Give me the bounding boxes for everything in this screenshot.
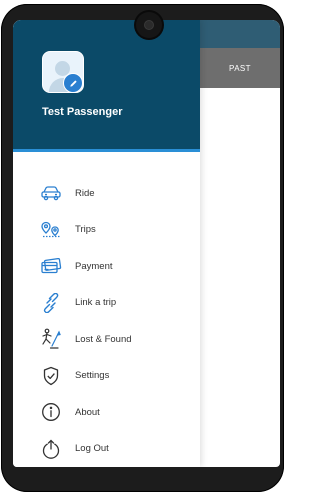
user-name: Test Passenger (42, 106, 123, 118)
menu-item-ride[interactable]: Ride (13, 175, 200, 212)
logout-icon (40, 438, 62, 460)
menu-item-settings[interactable]: Settings (13, 358, 200, 395)
link-icon (40, 292, 62, 314)
info-icon (40, 401, 62, 423)
menu-item-trips[interactable]: Trips (13, 212, 200, 249)
search-person-icon (40, 328, 62, 350)
pencil-icon (69, 79, 77, 87)
front-camera (136, 12, 162, 38)
menu-item-label: Trips (75, 224, 96, 236)
menu-item-label: Link a trip (75, 297, 117, 309)
menu-item-label: Payment (75, 260, 113, 272)
camera-lens (145, 21, 153, 29)
menu-item-label: Ride (75, 187, 95, 199)
shield-check-icon (40, 365, 62, 387)
map-pins-icon (40, 219, 62, 241)
menu-item-label: Lost & Found (75, 333, 132, 345)
car-icon (40, 182, 62, 204)
menu-item-payment[interactable]: Payment (13, 248, 200, 285)
menu-item-label: Log Out (75, 443, 109, 455)
tab-past-label: PAST (229, 63, 251, 73)
background-header (200, 20, 280, 48)
menu-item-link-a-trip[interactable]: Link a trip (13, 285, 200, 322)
app-stage: PAST Test Passenger Ride Trips Payment L… (0, 0, 285, 496)
drawer-menu: Ride Trips Payment Link a trip Lost & Fo… (13, 175, 200, 467)
menu-item-about[interactable]: About (13, 394, 200, 431)
navigation-drawer: Test Passenger Ride Trips Payment Link a… (13, 20, 200, 467)
menu-item-lost-found[interactable]: Lost & Found (13, 321, 200, 358)
menu-item-label: About (75, 406, 100, 418)
tab-past[interactable]: PAST (200, 48, 280, 88)
drawer-header: Test Passenger (13, 20, 200, 152)
menu-item-log-out[interactable]: Log Out (13, 431, 200, 468)
credit-card-icon (40, 255, 62, 277)
phone-frame: PAST Test Passenger Ride Trips Payment L… (1, 4, 284, 492)
menu-item-label: Settings (75, 370, 110, 382)
edit-avatar-button[interactable] (63, 73, 83, 93)
phone-screen: PAST Test Passenger Ride Trips Payment L… (13, 20, 280, 467)
